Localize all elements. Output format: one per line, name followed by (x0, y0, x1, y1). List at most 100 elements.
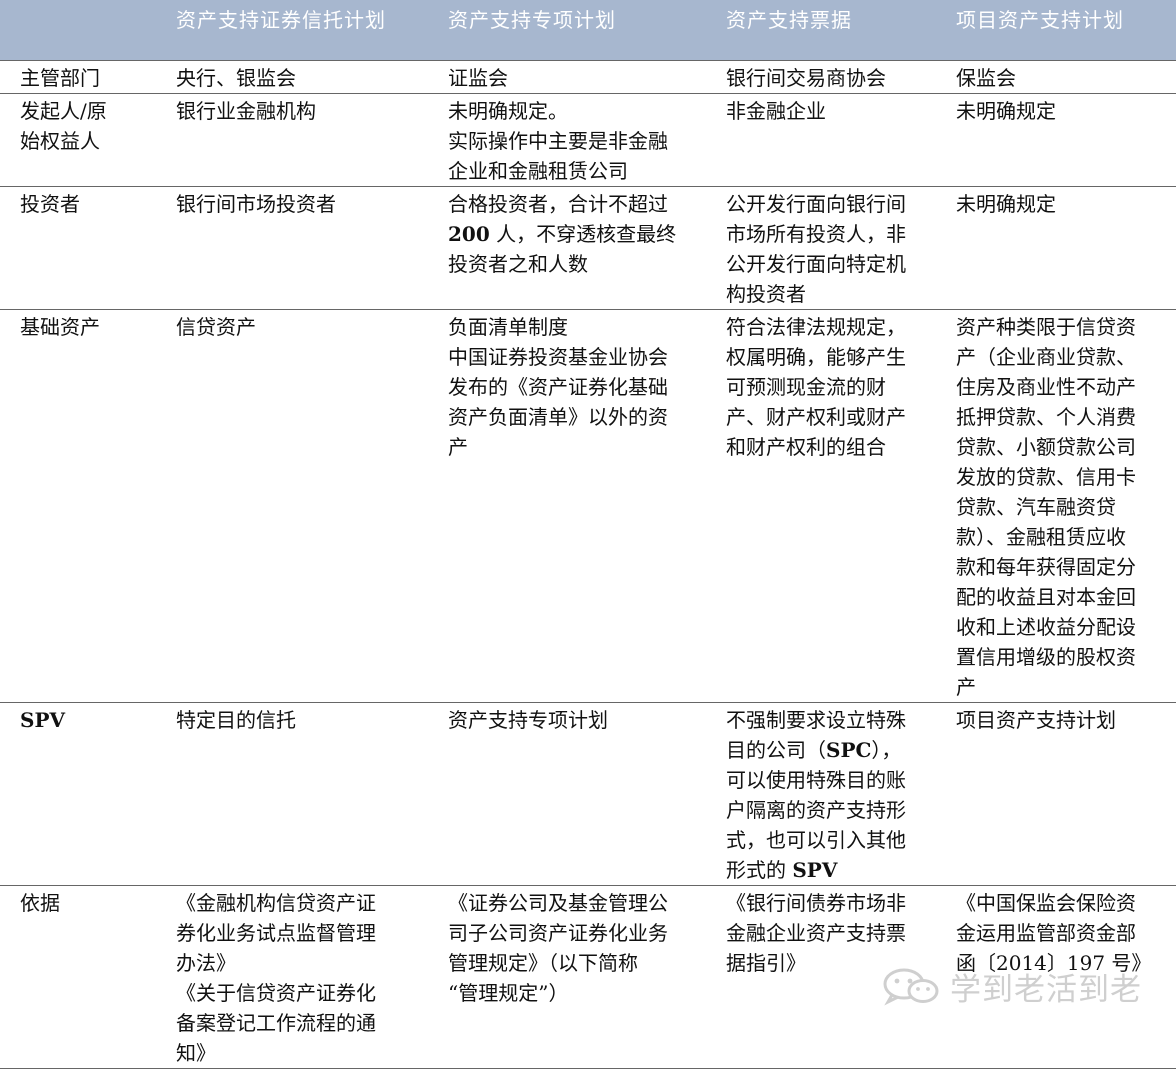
table-cell: 未明确规定。 实际操作中主要是非金融 企业和金融租赁公司 (428, 93, 706, 187)
cell-text-line: 非金融企业 (726, 98, 826, 123)
cell-text-line: 构投资者 (726, 281, 806, 306)
cell-text-line: 投资者之和人数 (448, 251, 588, 276)
table-cell: 资产种类限于信贷资 产（企业商业贷款、 住房及商业性不动产 抵押贷款、个人消费 贷款、小… (936, 309, 1176, 703)
cell-text-line: 保监会 (956, 65, 1016, 90)
cell-text-line: 《金融机构信贷资产证 (176, 890, 376, 915)
cell-text-line: 券化业务试点监督管理 (176, 920, 376, 945)
cell-text-line: 产 (956, 674, 976, 699)
header-cell-trust-plan: 资产支持证券信托计划 (176, 8, 386, 32)
cell-text-line: 备案登记工作流程的通 (176, 1010, 376, 1035)
cell-text-line: 证监会 (448, 65, 508, 90)
cell-text-line: 金运用监管部资金部 (956, 920, 1136, 945)
cell-text-line: 发布的《资产证券化基础 (448, 374, 668, 399)
table-cell: 符合法律法规规定， 权属明确，能够产生 可预测现金流的财 产、财产权利或财产 和财产权利… (706, 309, 936, 703)
cell-text-line: 200 人，不穿透核查最终 (448, 221, 677, 246)
table-cell: 非金融企业 (706, 93, 936, 187)
table-cell: 银行间交易商协会 (706, 59, 936, 94)
wechat-icon (883, 968, 939, 1006)
cell-text-line: 负面清单制度 (448, 314, 568, 339)
cell-text-line: 户隔离的资产支持形 (726, 797, 906, 822)
table-cell: 证监会 (428, 59, 706, 94)
cell-text-line: 依据 (20, 890, 60, 915)
table-cell: 特定目的信托 (156, 702, 428, 886)
comparison-table: 资产支持证券信托计划 资产支持专项计划 资产支持票据 项目资产支持计划 主管部门… (0, 0, 1176, 1069)
cell-text-line: 未明确规定 (956, 191, 1056, 216)
cell-text-line: 可预测现金流的财 (726, 374, 886, 399)
cell-text-line: 形式的 SPV (726, 857, 838, 882)
table-cell: 未明确规定 (936, 186, 1176, 310)
cell-text-line: 配的收益且对本金回 (956, 584, 1136, 609)
table-cell: 《金融机构信贷资产证 券化业务试点监督管理 办法》 《关于信贷资产证券化 备案登记工作流… (156, 885, 428, 1069)
cell-text-line: 贷款、小额贷款公司 (956, 434, 1136, 459)
row-label-cell: 发起人/原 始权益人 (0, 93, 156, 187)
cell-text-line: 基础资产 (20, 314, 100, 339)
header-cell-project-plan: 项目资产支持计划 (956, 8, 1124, 32)
cell-text-line: 住房及商业性不动产 (956, 374, 1136, 399)
cell-text-line: “管理规定”） (448, 980, 569, 1005)
cell-text-line: 央行、银监会 (176, 65, 296, 90)
header-cell-special-plan: 资产支持专项计划 (448, 8, 616, 32)
row-label-cell: 依据 (0, 885, 156, 1069)
table-cell: 《证券公司及基金管理公 司子公司资产证券化业务 管理规定》（以下简称 “管理规定”） (428, 885, 706, 1069)
cell-text-line: 款和每年获得固定分 (956, 554, 1136, 579)
cell-text-line: 置信用增级的股权资 (956, 644, 1136, 669)
cell-text-line: 抵押贷款、个人消费 (956, 404, 1136, 429)
row-label-cell: 主管部门 (0, 59, 156, 94)
cell-text-line: 产（企业商业贷款、 (956, 344, 1136, 369)
table-row: 主管部门 央行、银监会 证监会 银行间交易商协会 保监会 (0, 59, 1176, 94)
cell-text-line: 中国证券投资基金业协会 (448, 344, 668, 369)
header-cell-abn: 资产支持票据 (726, 8, 852, 32)
cell-text-line: SPV (20, 707, 65, 732)
table-cell: 不强制要求设立特殊 目的公司（SPC）， 可以使用特殊目的账 户隔离的资产支持形 式，也… (706, 702, 936, 886)
cell-text-line: 实际操作中主要是非金融 (448, 128, 668, 153)
table-row: 投资者 银行间市场投资者 合格投资者，合计不超过 200 人，不穿透核查最终 投资者之和… (0, 186, 1176, 310)
cell-text-line: 合格投资者，合计不超过 (448, 191, 668, 216)
cell-text-line: 主管部门 (20, 65, 100, 90)
cell-text-line: 资产支持专项计划 (448, 707, 608, 732)
table-cell: 未明确规定 (936, 93, 1176, 187)
table-cell: 保监会 (936, 59, 1176, 94)
table-cell: 银行间市场投资者 (156, 186, 428, 310)
table-cell: 合格投资者，合计不超过 200 人，不穿透核查最终 投资者之和人数 (428, 186, 706, 310)
cell-text-line: 不强制要求设立特殊 (726, 707, 906, 732)
cell-text-line: 贷款、汽车融资贷 (956, 494, 1116, 519)
cell-text-line: 《银行间债券市场非 (726, 890, 906, 915)
cell-text-line: 式，也可以引入其他 (726, 827, 906, 852)
table-cell: 公开发行面向银行间 市场所有投资人，非 公开发行面向特定机 构投资者 (706, 186, 936, 310)
cell-text-line: 产 (448, 434, 468, 459)
table-cell: 银行业金融机构 (156, 93, 428, 187)
cell-text-line: 产、财产权利或财产 (726, 404, 906, 429)
table-cell: 信贷资产 (156, 309, 428, 703)
cell-text-line: 发放的贷款、信用卡 (956, 464, 1136, 489)
cell-text-line: 未明确规定 (956, 98, 1056, 123)
cell-text-line: 符合法律法规规定， (726, 314, 906, 339)
cell-text-line: 投资者 (20, 191, 80, 216)
cell-text-line: 办法》 (176, 950, 236, 975)
cell-text-line: 司子公司资产证券化业务 (448, 920, 668, 945)
cell-text-line: 信贷资产 (176, 314, 256, 339)
cell-text-line: 可以使用特殊目的账 (726, 767, 906, 792)
cell-text-line: 公开发行面向特定机 (726, 251, 906, 276)
cell-text-line: 款）、金融租赁应收 (956, 524, 1126, 549)
cell-text-line: 《证券公司及基金管理公 (448, 890, 668, 915)
cell-text-line: 市场所有投资人，非 (726, 221, 906, 246)
table-cell: 项目资产支持计划 (936, 702, 1176, 886)
table-row: 基础资产 信贷资产 负面清单制度 中国证券投资基金业协会 发布的《资产证券化基础 资产负面… (0, 309, 1176, 703)
cell-text-line: 和财产权利的组合 (726, 434, 886, 459)
table-cell: 资产支持专项计划 (428, 702, 706, 886)
cell-text-line: 收和上述收益分配设 (956, 614, 1136, 639)
cell-text-line: 管理规定》（以下简称 (448, 950, 638, 975)
cell-text-line: 银行间交易商协会 (726, 65, 886, 90)
cell-text-line: 特定目的信托 (176, 707, 296, 732)
cell-text-line: 权属明确，能够产生 (726, 344, 906, 369)
table-cell: 央行、银监会 (156, 59, 428, 94)
table-row: 发起人/原 始权益人 银行业金融机构 未明确规定。 实际操作中主要是非金融 企业和金融租赁… (0, 93, 1176, 187)
cell-text-line: 始权益人 (20, 128, 100, 153)
cell-text-line: 公开发行面向银行间 (726, 191, 906, 216)
watermark-text: 学到老活到老 (950, 971, 1142, 1008)
cell-text-line: 《中国保监会保险资 (956, 890, 1136, 915)
cell-text-line: 资产种类限于信贷资 (956, 314, 1136, 339)
header-row: 资产支持证券信托计划 资产支持专项计划 资产支持票据 项目资产支持计划 (0, 0, 1176, 60)
cell-text-line: 未明确规定。 (448, 98, 568, 123)
cell-text-line: 金融企业资产支持票 (726, 920, 906, 945)
